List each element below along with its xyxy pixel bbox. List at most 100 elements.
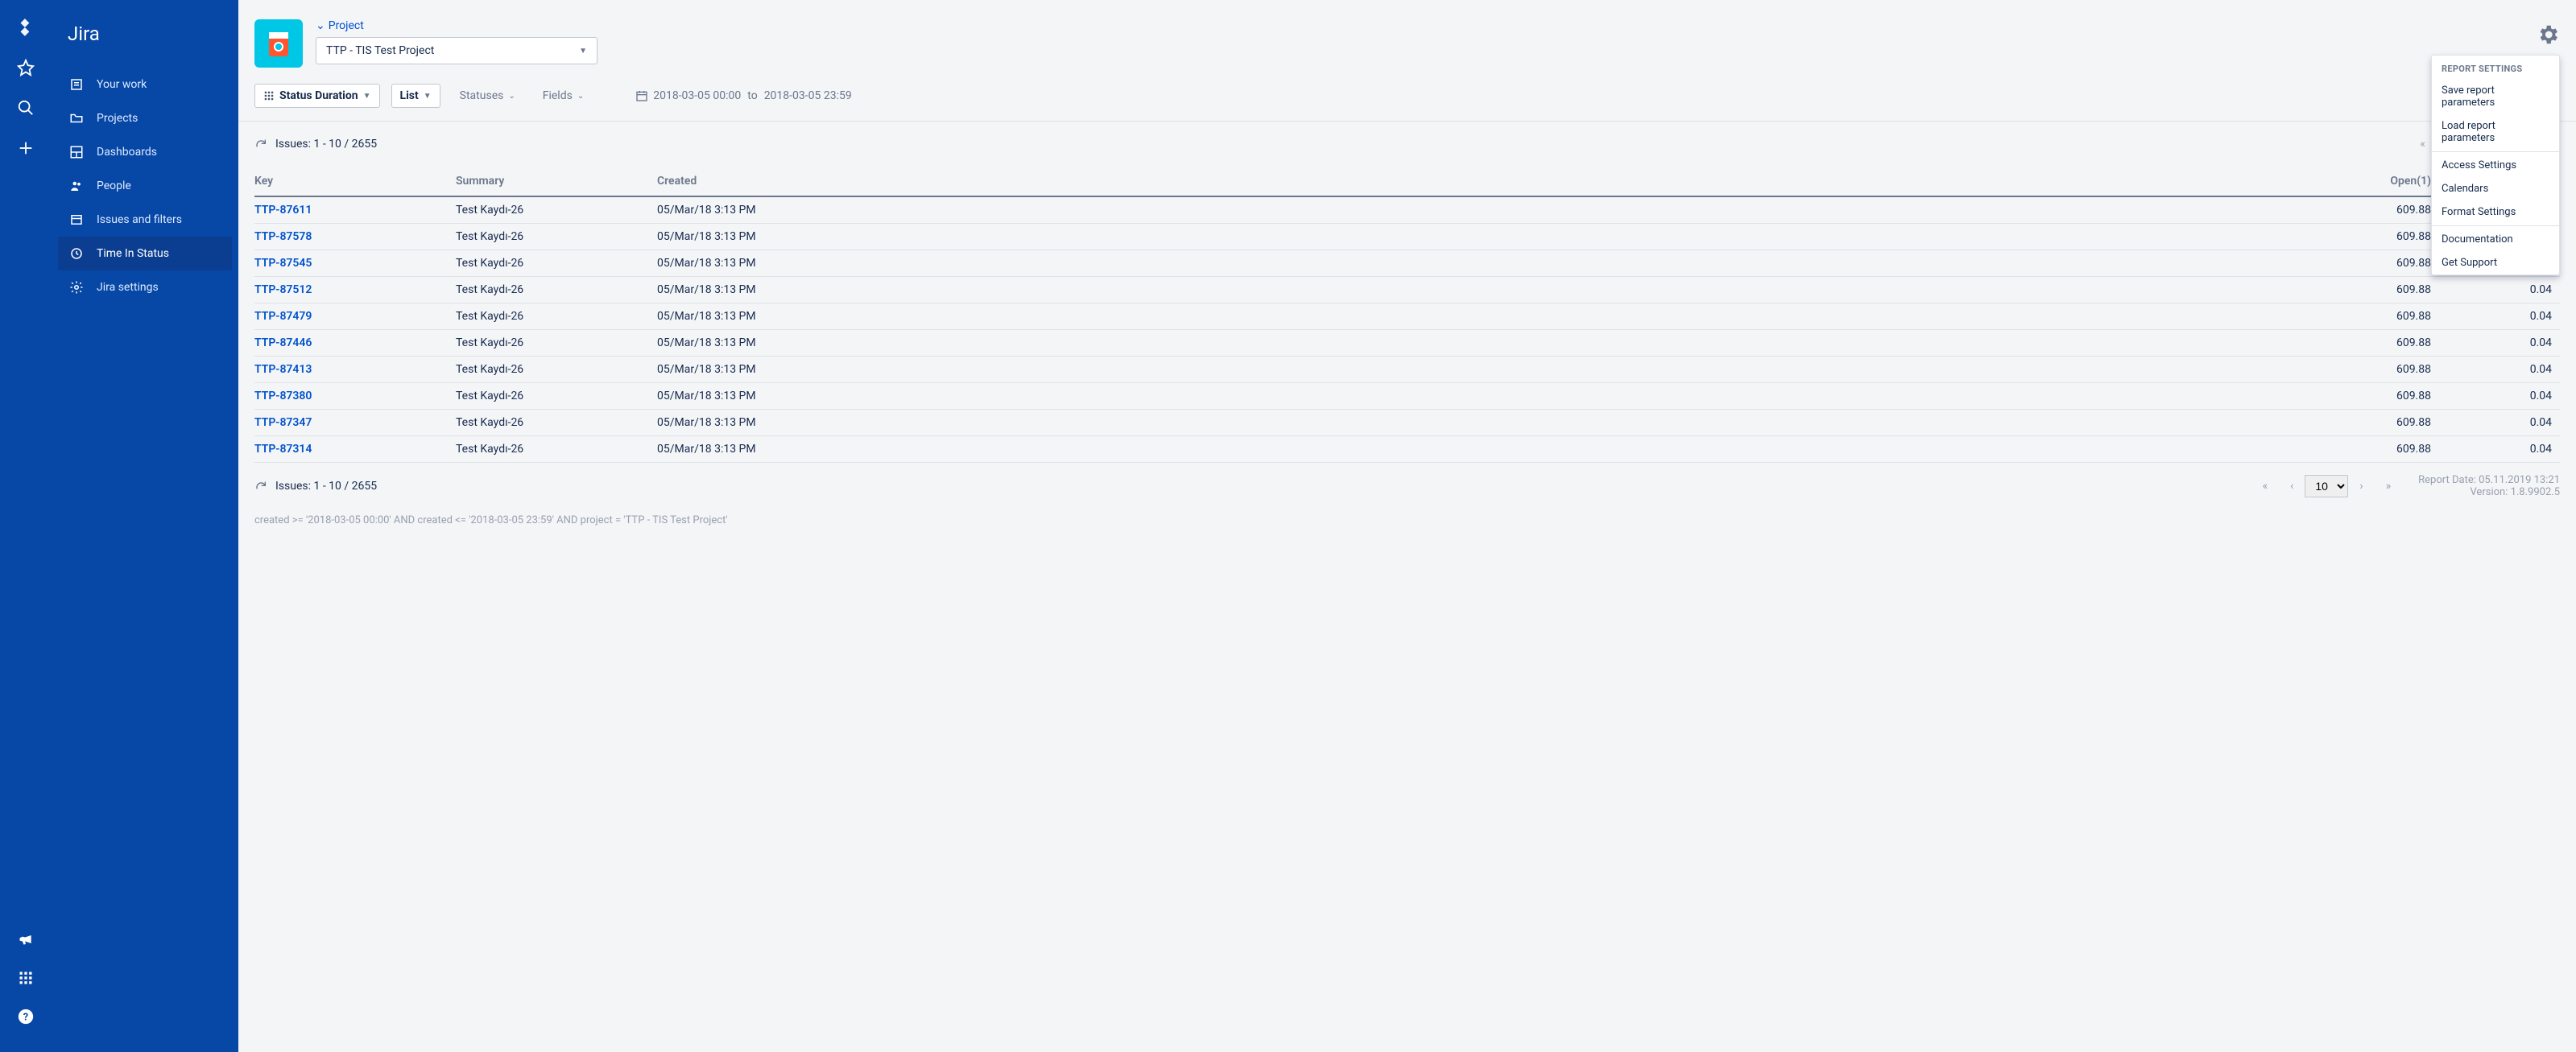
issue-key-link[interactable]: TTP-87479 <box>254 310 312 323</box>
cell-created: 05/Mar/18 3:13 PM <box>657 443 2286 456</box>
pager-next[interactable]: › <box>2348 480 2374 493</box>
table-row: TTP-87446Test Kaydı-2605/Mar/18 3:13 PM6… <box>254 330 2560 357</box>
cell-open: 609.88 <box>2286 257 2431 270</box>
issue-key-link[interactable]: TTP-87347 <box>254 416 312 429</box>
sidebar-item-dashboards[interactable]: Dashboards <box>52 135 238 169</box>
date-range[interactable]: 2018-03-05 00:00 to 2018-03-05 23:59 <box>635 89 852 102</box>
table-row: TTP-87479Test Kaydı-2605/Mar/18 3:13 PM6… <box>254 303 2560 330</box>
menu-documentation[interactable]: Documentation <box>2432 228 2559 251</box>
table-row: TTP-87578 Test Kaydı-2605/Mar/18 3:13 PM6… <box>254 224 2560 250</box>
caret-down-icon: ▼ <box>579 47 587 56</box>
cell-summary: Test Kaydı-26 <box>456 230 657 243</box>
issue-key-link[interactable]: TTP-87578 <box>254 230 312 243</box>
cell-summary: Test Kaydı-26 <box>456 416 657 429</box>
table-row: TTP-87611 Test Kaydı-2605/Mar/18 3:13 PM6… <box>254 197 2560 224</box>
gear-icon <box>68 278 85 296</box>
people-icon <box>68 177 85 195</box>
menu-access-settings[interactable]: Access Settings <box>2432 154 2559 177</box>
dashboard-icon <box>68 143 85 161</box>
search-icon[interactable] <box>13 95 39 121</box>
issue-key-link[interactable]: TTP-87446 <box>254 336 312 349</box>
sidebar-item-time-in-status[interactable]: Time In Status <box>58 237 232 270</box>
issue-key-link[interactable]: TTP-87380 <box>254 390 312 402</box>
col-header-created[interactable]: Created <box>657 175 2286 188</box>
grid-icon <box>263 90 275 101</box>
cell-summary: Test Kaydı-26 <box>456 283 657 296</box>
megaphone-icon[interactable] <box>13 926 39 952</box>
svg-text:?: ? <box>23 1012 28 1024</box>
settings-gear-button[interactable] <box>2536 23 2560 47</box>
cell-open: 609.88 <box>2286 204 2431 217</box>
sidebar-item-label: Time In Status <box>97 247 169 260</box>
issue-key-link[interactable]: TTP-87611 <box>254 204 312 217</box>
plus-icon[interactable] <box>13 135 39 161</box>
sidebar-item-issues[interactable]: Issues and filters <box>52 203 238 237</box>
issue-key-link[interactable]: TTP-87545 <box>254 257 312 270</box>
issue-key-link[interactable]: TTP-87512 <box>254 283 312 296</box>
fields-dropdown[interactable]: Fields ⌄ <box>535 85 592 107</box>
date-to: 2018-03-05 23:59 <box>764 89 852 102</box>
caret-down-icon: ▼ <box>424 92 432 101</box>
cell-last: 0.04 <box>2431 283 2560 296</box>
list-button[interactable]: List ▼ <box>391 84 440 108</box>
table-row: TTP-87347Test Kaydı-2605/Mar/18 3:13 PM6… <box>254 410 2560 436</box>
caret-down-icon: ▼ <box>363 92 371 101</box>
sidebar-item-people[interactable]: People <box>52 169 238 203</box>
cell-summary: Test Kaydı-26 <box>456 204 657 217</box>
status-duration-button[interactable]: Status Duration ▼ <box>254 84 380 108</box>
cell-created: 05/Mar/18 3:13 PM <box>657 230 2286 243</box>
table-row: TTP-87512Test Kaydı-2605/Mar/18 3:13 PM6… <box>254 277 2560 303</box>
cell-open: 609.88 <box>2286 310 2431 323</box>
cell-created: 05/Mar/18 3:13 PM <box>657 390 2286 402</box>
jql-query: created >= '2018-03-05 00:00' AND create… <box>254 514 728 526</box>
menu-get-support[interactable]: Get Support <box>2432 251 2559 274</box>
col-header-summary[interactable]: Summary <box>456 175 657 188</box>
chevron-down-icon: ⌄ <box>577 92 584 101</box>
star-icon[interactable] <box>13 55 39 80</box>
refresh-icon[interactable] <box>254 138 267 151</box>
table-row: TTP-87380Test Kaydı-2605/Mar/18 3:13 PM6… <box>254 383 2560 410</box>
table-header: Key Summary Created Open(1) <box>254 167 2560 197</box>
chevron-down-icon: ⌄ <box>316 19 325 32</box>
menu-save-report-params[interactable]: Save report parameters <box>2432 79 2559 114</box>
jira-logo-icon[interactable] <box>13 14 39 40</box>
table-row: TTP-87545Test Kaydı-2605/Mar/18 3:13 PM6… <box>254 250 2560 277</box>
issues-icon <box>68 211 85 229</box>
cell-open: 609.88 <box>2286 230 2431 243</box>
work-icon <box>68 76 85 93</box>
menu-calendars[interactable]: Calendars <box>2432 177 2559 200</box>
app-switcher-icon[interactable] <box>13 965 39 991</box>
cell-created: 05/Mar/18 3:13 PM <box>657 204 2286 217</box>
project-select-value: TTP - TIS Test Project <box>326 44 434 57</box>
cell-open: 609.88 <box>2286 283 2431 296</box>
menu-format-settings[interactable]: Format Settings <box>2432 200 2559 224</box>
cell-last: 0.04 <box>2431 390 2560 402</box>
pager-first[interactable]: « <box>2251 480 2280 493</box>
sidebar-item-jira-settings[interactable]: Jira settings <box>52 270 238 304</box>
project-select[interactable]: TTP - TIS Test Project ▼ <box>316 37 597 64</box>
sidebar-item-your-work[interactable]: Your work <box>52 68 238 101</box>
cell-last: 0.04 <box>2431 443 2560 456</box>
sidebar-item-projects[interactable]: Projects <box>52 101 238 135</box>
col-header-open[interactable]: Open(1) <box>2286 175 2431 188</box>
sidebar-item-label: Issues and filters <box>97 213 182 226</box>
sidebar-item-label: Dashboards <box>97 146 157 159</box>
pager-bottom: « ‹ 10 › » <box>2251 475 2403 497</box>
report-date: Report Date: 05.11.2019 13:21 <box>2418 474 2560 486</box>
refresh-icon[interactable] <box>254 480 267 493</box>
pager-last[interactable]: » <box>2375 480 2403 493</box>
statuses-dropdown[interactable]: Statuses ⌄ <box>452 85 523 107</box>
help-icon[interactable]: ? <box>13 1004 39 1029</box>
issues-count: Issues: 1 - 10 / 2655 <box>275 138 377 151</box>
page-size-select[interactable]: 10 <box>2305 475 2348 497</box>
cell-open: 609.88 <box>2286 416 2431 429</box>
pager-prev[interactable]: ‹ <box>2279 480 2305 493</box>
sidebar-item-label: Your work <box>97 78 147 91</box>
clock-icon <box>68 245 85 262</box>
menu-load-report-params[interactable]: Load report parameters <box>2432 114 2559 150</box>
sidebar-item-label: People <box>97 179 131 192</box>
breadcrumb[interactable]: ⌄ Project <box>316 19 2560 32</box>
issue-key-link[interactable]: TTP-87413 <box>254 363 312 376</box>
col-header-key[interactable]: Key <box>254 175 456 188</box>
issue-key-link[interactable]: TTP-87314 <box>254 443 312 456</box>
